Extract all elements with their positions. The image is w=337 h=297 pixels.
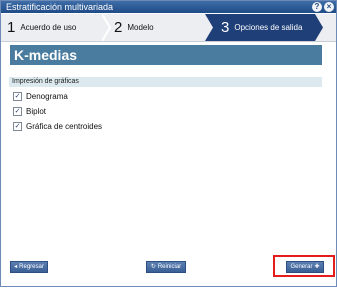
step-number: 1 <box>7 19 16 36</box>
reset-button[interactable]: ↻ Reiniciar <box>146 261 186 273</box>
step-separator-icon <box>205 14 215 41</box>
checkbox-checked-icon[interactable]: ✓ <box>13 92 22 101</box>
step-modelo[interactable]: 2 Modelo <box>114 14 206 41</box>
back-label: Regresar <box>19 264 44 270</box>
option-grafica-centroides[interactable]: ✓ Gráfica de centroides <box>13 122 102 131</box>
title-bar: Estratificación multivariada <box>1 1 336 13</box>
refresh-icon: ↻ <box>150 264 156 270</box>
dialog-window: Estratificación multivariada ? × 1 Acuer… <box>0 0 337 287</box>
window-title: Estratificación multivariada <box>6 2 114 12</box>
step-arrow-icon <box>315 14 323 41</box>
option-denograma[interactable]: ✓ Denograma <box>13 92 68 101</box>
highlight-box <box>273 255 335 277</box>
option-label: Denograma <box>26 92 68 101</box>
step-number: 2 <box>114 19 123 36</box>
back-button[interactable]: ◂ Regresar <box>10 261 48 273</box>
reset-label: Reiniciar <box>157 264 182 270</box>
step-opciones-salida[interactable]: 3 Opciones de salida <box>215 14 315 41</box>
option-label: Biplot <box>26 107 47 116</box>
close-icon[interactable]: × <box>324 2 334 12</box>
checkbox-checked-icon[interactable]: ✓ <box>13 122 22 131</box>
step-label: Modelo <box>127 23 154 32</box>
option-label: Gráfica de centroides <box>26 122 103 131</box>
help-icon[interactable]: ? <box>312 2 322 12</box>
step-label: Opciones de salida <box>234 23 303 32</box>
page-title: K-medias <box>10 45 322 65</box>
wizard-steps: 1 Acuerdo de uso 2 Modelo 3 Opciones de … <box>1 14 336 42</box>
checkbox-checked-icon[interactable]: ✓ <box>13 107 22 116</box>
step-label: Acuerdo de uso <box>20 23 77 32</box>
step-separator-icon <box>102 14 112 41</box>
step-acuerdo[interactable]: 1 Acuerdo de uso <box>7 14 102 41</box>
option-biplot[interactable]: ✓ Biplot <box>13 107 46 116</box>
section-header: Impresión de gráficas <box>9 77 322 87</box>
step-number: 3 <box>221 19 230 36</box>
back-arrow-icon: ◂ <box>14 264 18 270</box>
